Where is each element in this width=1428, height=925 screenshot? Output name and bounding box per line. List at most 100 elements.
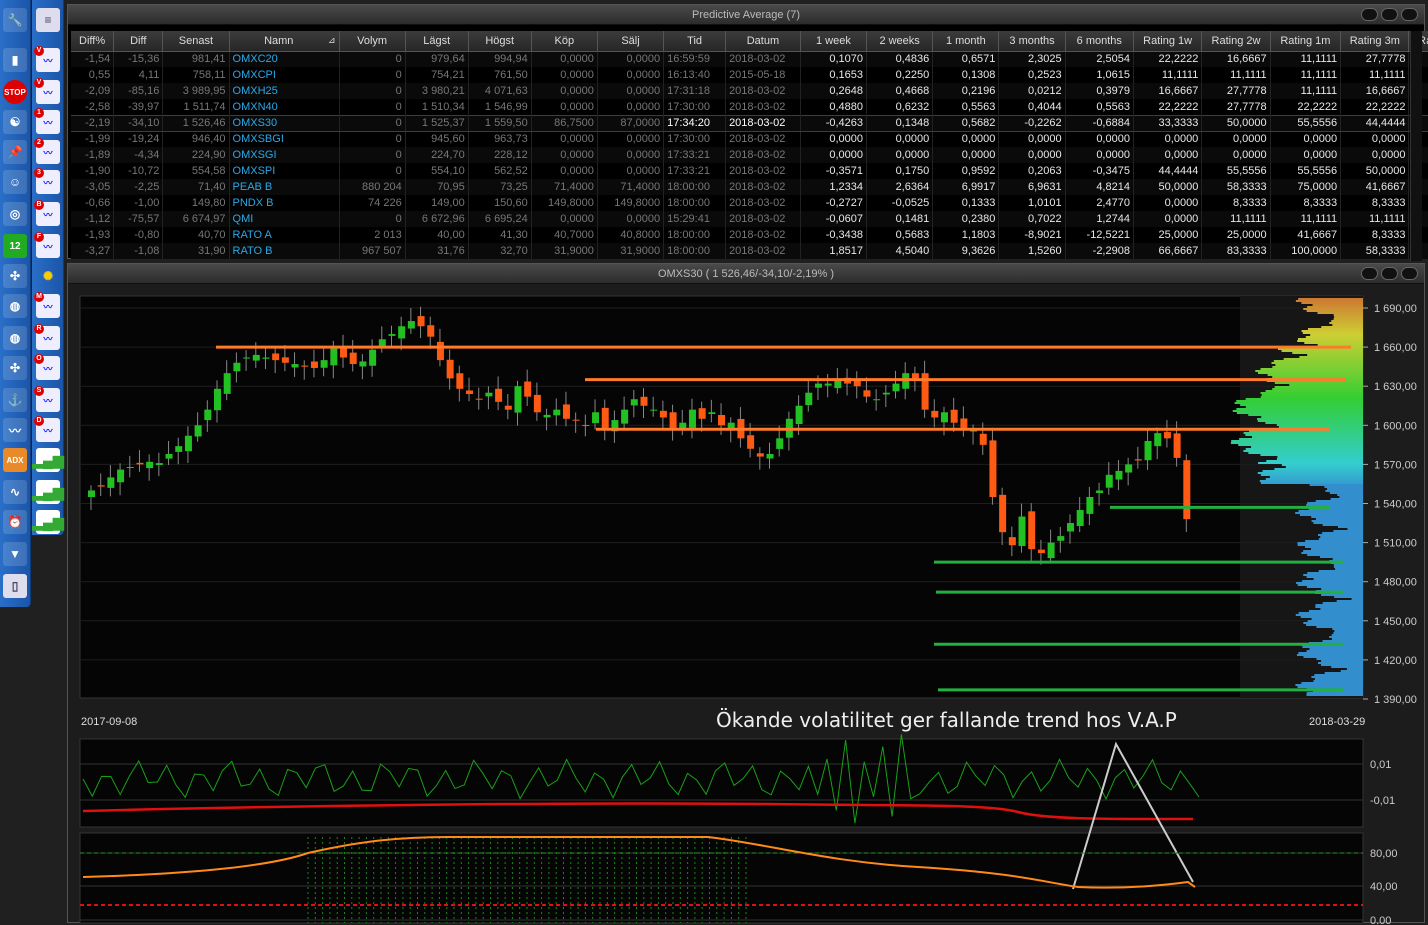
column-header[interactable]: 1 month	[932, 31, 1000, 52]
chart-m-icon[interactable]: 〰 M	[34, 292, 60, 318]
chart-maximize-button[interactable]	[1381, 267, 1398, 280]
column-header[interactable]: Rating 1w	[1133, 31, 1203, 52]
column-header[interactable]: Rating 3m	[1340, 31, 1410, 52]
table-row[interactable]: -3,05 -2,25 71,40 PEAB B 880 204 70,95 73,25 71…	[71, 179, 1428, 195]
column-header[interactable]: 1 week	[800, 31, 868, 52]
candle	[1154, 433, 1162, 447]
column-header[interactable]: 2 weeks	[866, 31, 934, 52]
table-row[interactable]: -0,66 -1,00 149,80 PNDX B 74 226 149,00 150,60…	[71, 195, 1428, 211]
table-cell: 1,1803	[932, 227, 1000, 243]
calendar-icon[interactable]: 12	[3, 234, 27, 258]
column-header[interactable]: Diff%	[71, 31, 115, 52]
stop-icon[interactable]: STOP	[3, 80, 27, 104]
table-row[interactable]: -1,90 -10,72 554,58 OMXSPI 0 554,10 562,52 0,00…	[71, 163, 1428, 179]
document-icon[interactable]: ▯	[3, 574, 27, 598]
swirl-icon[interactable]: ◎	[3, 202, 27, 226]
table-row[interactable]: -2,19 -34,10 1 526,46 OMXS30 0 1 525,37 1 559,…	[71, 114, 1428, 132]
candle	[747, 435, 755, 449]
list-icon[interactable]: ≡	[36, 8, 60, 32]
candle	[708, 412, 716, 415]
column-header[interactable]: Diff	[113, 31, 164, 52]
table-cell: 0	[339, 147, 406, 163]
column-header[interactable]: Volym	[339, 31, 406, 52]
table-row[interactable]: -2,58 -39,97 1 511,74 OMXN40 0 1 510,34 1 546,…	[71, 99, 1428, 115]
chart-o-icon[interactable]: 〰 O	[34, 354, 60, 380]
app-root: 🔧 ▮ STOP ☯ 📌 ☺ ◎ 12 ✣ ◍ ◍ ✣ ⚓ 〰 ADX ∿ ⏰ ▼ ▯ ≡ 〰 V 〰 V 〰 1 〰 2 〰 3 〰 B 〰…	[0, 0, 1428, 925]
table-row[interactable]: -3,27 -1,08 31,90 RATO B 967 507 31,76 32,70 31…	[71, 243, 1428, 259]
column-header[interactable]: Namn ⊿	[229, 31, 340, 52]
table-row[interactable]: -1,54 -15,36 981,41 OMXC20 0 979,64 994,94 0,00…	[71, 51, 1428, 67]
chart-r-icon[interactable]: 〰 R	[34, 324, 60, 350]
column-header[interactable]: Lägst	[405, 31, 469, 52]
table-cell: 100,0000	[1270, 243, 1342, 259]
alarm-icon[interactable]: ⏰	[3, 510, 27, 534]
candle	[417, 316, 425, 327]
globe-icon[interactable]: ◍	[3, 294, 27, 318]
table-cell: 0,0000	[1201, 131, 1271, 147]
table-row[interactable]: 0,55 4,11 758,11 OMXCPI 0 754,21 761,50 0,0000 0…	[71, 67, 1428, 83]
table-cell: 18:00:00	[663, 179, 727, 195]
maximize-button[interactable]	[1381, 8, 1398, 21]
globe-icon[interactable]: ◍	[3, 326, 27, 350]
table-row[interactable]: -1,12 -75,57 6 674,97 QMI 0 6 672,96 6 695,24 0…	[71, 211, 1428, 227]
table-cell: 2015-05-18	[725, 67, 801, 83]
column-header[interactable]: Tid	[663, 31, 727, 52]
table-cell: 0,0000	[531, 83, 598, 99]
compass-icon[interactable]: ✣	[3, 264, 27, 288]
column-header[interactable]: Datum	[725, 31, 801, 52]
wave-icon[interactable]: ∿	[3, 480, 27, 504]
chart-3-icon[interactable]: 〰 3	[34, 168, 60, 194]
vap-bar	[1303, 550, 1363, 552]
vap-bar	[1347, 528, 1363, 530]
table-row[interactable]: -1,93 -0,80 40,70 RATO A2 013 40,00 41,30 40,7…	[71, 227, 1428, 243]
vap-bar	[1310, 334, 1363, 336]
table-row[interactable]: -1,89 -4,34 224,90 OMXSGI 0 224,70 228,12 0,000…	[71, 147, 1428, 163]
column-header[interactable]: 3 months	[998, 31, 1066, 52]
bars-icon[interactable]: ▂▄▆	[32, 480, 64, 504]
column-header[interactable]: Sälj	[597, 31, 665, 52]
close-button[interactable]	[1401, 8, 1418, 21]
column-header[interactable]: Senast	[162, 31, 230, 52]
chart-1-icon[interactable]: 〰 1	[34, 108, 60, 134]
window-title-bar[interactable]: Predictive Average (7)	[68, 5, 1424, 25]
chart-v-icon[interactable]: 〰 V	[34, 46, 60, 72]
column-header[interactable]: Rating 1m	[1270, 31, 1342, 52]
chart-d-icon[interactable]: 〰 D	[34, 416, 60, 442]
molecule-icon[interactable]: ✺	[36, 264, 60, 288]
adx-icon[interactable]: ADX	[3, 448, 27, 472]
bars-icon[interactable]: ▂▄▆	[32, 448, 64, 472]
anchor-icon[interactable]: ⚓	[3, 388, 27, 412]
filter-icon[interactable]: ▼	[3, 542, 27, 566]
pin-icon[interactable]: 📌	[3, 140, 27, 164]
trend-icon[interactable]: 〰	[3, 418, 27, 442]
chart-close-button[interactable]	[1401, 267, 1418, 280]
wrench-icon[interactable]: 🔧	[3, 8, 27, 32]
table-row[interactable]: -1,99 -19,24 946,40 OMXSBGI 0 945,60 963,73 0,0…	[71, 131, 1428, 147]
minimize-button[interactable]	[1361, 8, 1378, 21]
table-row[interactable]: -2,09 -85,16 3 989,95 OMXH25 0 3 980,21 4 071,…	[71, 83, 1428, 99]
chart-s-icon[interactable]: 〰 S	[34, 386, 60, 412]
table-scrollbar[interactable]	[1410, 31, 1422, 261]
column-header[interactable]: Rating 2w	[1201, 31, 1271, 52]
chart-v-icon[interactable]: 〰 V	[34, 78, 60, 104]
chart-title-bar[interactable]: OMXS30 ( 1 526,46/-34,10/-2,19% )	[68, 264, 1424, 284]
chart-b-icon[interactable]: 〰 B	[34, 200, 60, 226]
yin-yang-icon[interactable]: ☯	[3, 110, 27, 134]
column-header[interactable]: Högst	[468, 31, 532, 52]
bars-icon[interactable]: ▂▄▆	[32, 510, 64, 534]
vap-bar	[1307, 502, 1363, 504]
compass-icon[interactable]: ✣	[3, 356, 27, 380]
chart-minimize-button[interactable]	[1361, 267, 1378, 280]
bar-chart-icon[interactable]: ▮	[3, 48, 27, 72]
table-cell: 0,0000	[932, 131, 1000, 147]
chart-2-icon[interactable]: 〰 2	[34, 138, 60, 164]
candle	[485, 392, 493, 397]
table-cell: 149,00	[405, 195, 469, 211]
column-header[interactable]: 6 months	[1065, 31, 1134, 52]
vap-bar	[1306, 624, 1363, 626]
column-header[interactable]: Köp	[531, 31, 598, 52]
avatar-icon[interactable]: ☺	[3, 170, 27, 194]
chart-f-icon[interactable]: 〰 F	[34, 232, 60, 258]
table-cell: -0,3571	[800, 163, 868, 179]
price-chart[interactable]: 1 690,00 1 660,00 1 630,00 1 600,00 1 570,00…	[68, 284, 1426, 924]
